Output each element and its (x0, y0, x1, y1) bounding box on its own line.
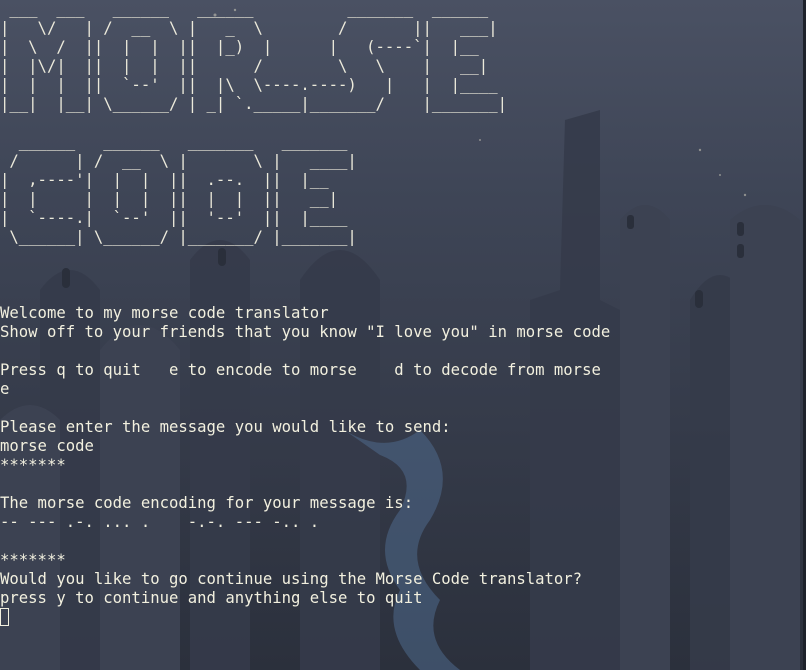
banner-morse-line: ___ ___ ______ ______ _______ ______ (0, 0, 489, 18)
banner-code-line: / | / __ \ | \ | ____| (0, 152, 357, 170)
user-message: morse code (0, 437, 94, 455)
separator-top: ******* (0, 456, 66, 474)
menu-text: Press q to quit e to encode to morse d t… (0, 361, 601, 379)
banner-morse-line: | \/ | / __ \ | _ \ / || ___| (0, 19, 498, 37)
tagline-text: Show off to your friends that you know "… (0, 323, 611, 341)
banner-morse-line: | | | || `--' || |\ \----.----) | | |___… (0, 76, 498, 94)
banner-code-line: ______ ______ _______ _______ (0, 133, 348, 151)
user-choice: e (0, 380, 10, 398)
input-line[interactable] (0, 608, 806, 627)
terminal-window[interactable]: ___ ___ ______ ______ _______ ______ | \/… (0, 0, 806, 670)
banner-morse-line: | |\/| || | | || / \ \ | __| (0, 57, 489, 75)
encoded-output: -- --- .-. ... . -.-. --- -.. . (0, 513, 320, 531)
banner-code-line: | ,----'| | | || .--. || |__ (0, 171, 329, 189)
result-label: The morse code encoding for your message… (0, 494, 414, 512)
message-prompt: Please enter the message you would like … (0, 418, 451, 436)
text-cursor[interactable] (0, 608, 9, 626)
continue-hint: press y to continue and anything else to… (0, 589, 423, 607)
continue-question: Would you like to go continue using the … (0, 570, 583, 588)
terminal-output: ___ ___ ______ ______ _______ ______ | \/… (0, 0, 806, 627)
separator-bottom: ******* (0, 551, 66, 569)
banner-code-line: | `----.| `--' || '--' || |____ (0, 209, 348, 227)
banner-morse-line: |__| |__| \______/ | _| `._____|_______/… (0, 95, 507, 113)
banner-morse-line: | \ / || | | || |_) | | (----`| |__ (0, 38, 479, 56)
banner-code-line: \______| \______/ |_______/ |_______| (0, 228, 357, 246)
banner-code-line: | | | | | || | | || __| (0, 190, 338, 208)
welcome-text: Welcome to my morse code translator (0, 304, 329, 322)
